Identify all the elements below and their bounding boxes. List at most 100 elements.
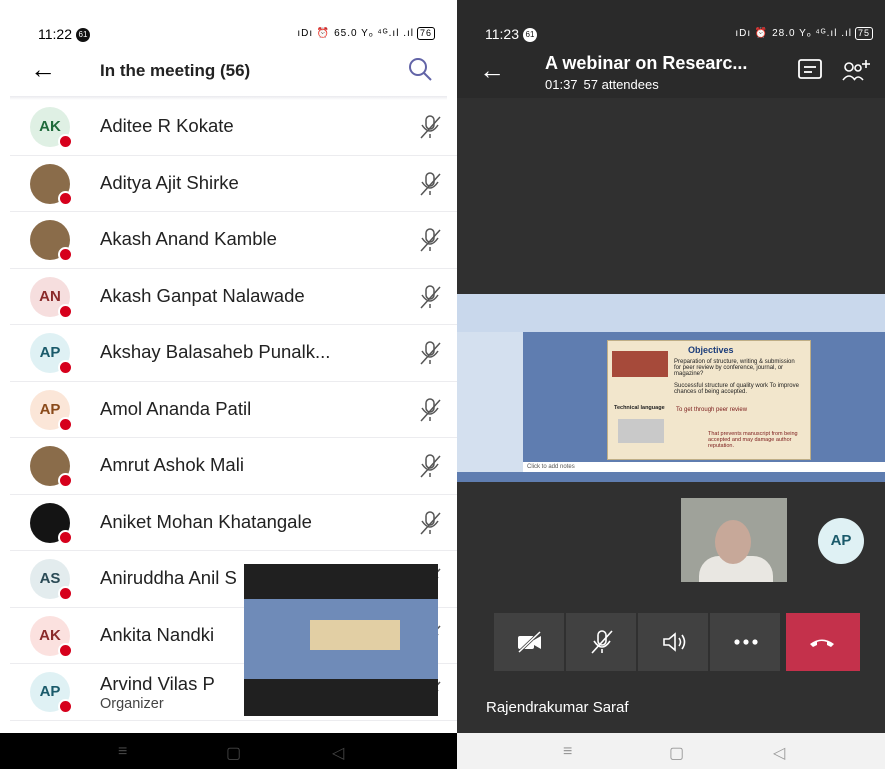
participant-name: Ankita Nandki bbox=[100, 623, 215, 645]
avatar-initials: AN bbox=[39, 287, 61, 305]
avatar: AK bbox=[30, 615, 73, 658]
avatar: AP bbox=[30, 389, 73, 432]
end-call-button[interactable] bbox=[786, 613, 860, 671]
avatar: AN bbox=[30, 276, 73, 319]
system-nav-bar: ≡ ▢ ◁ bbox=[0, 733, 457, 769]
home-icon[interactable]: ▢ bbox=[669, 743, 684, 763]
participant-name: Aniruddha Anil S bbox=[100, 567, 237, 588]
status-bar: 11:23 61 ıDı ⏰ 28.0 Yₒ ⁴ᴳ.ıl .ıl 75 bbox=[457, 0, 885, 43]
mute-button[interactable] bbox=[566, 613, 636, 671]
participant-row[interactable]: AP Amol Ananda Patil bbox=[10, 382, 457, 438]
presence-dot bbox=[58, 360, 73, 375]
participant-row[interactable]: AP Akshay Balasaheb Punalk... bbox=[10, 325, 457, 382]
participant-row[interactable]: AK Aditee R Kokate bbox=[10, 99, 457, 156]
avatar bbox=[30, 446, 73, 488]
mic-off-icon bbox=[420, 397, 441, 422]
presence-dot bbox=[58, 190, 73, 206]
participant-name: Amrut Ashok Mali bbox=[100, 454, 244, 475]
slide-text: Technical language bbox=[614, 405, 665, 411]
system-nav-bar: ≡ ▢ ◁ bbox=[457, 733, 885, 769]
mic-off-icon bbox=[420, 510, 441, 535]
mic-off-icon bbox=[420, 454, 441, 478]
participant-video[interactable] bbox=[681, 498, 787, 582]
slide-preview bbox=[310, 620, 400, 650]
slide-text: Successful structure of quality work To … bbox=[674, 383, 799, 395]
chat-icon[interactable] bbox=[797, 58, 823, 82]
more-icon bbox=[734, 639, 758, 645]
attendee-count: 57 attendees bbox=[583, 77, 659, 92]
participants-screen: 11:22 61 ıDı ⏰ 65.0 Yₒ ⁴ᴳ.ıl .ıl 76 ← In t… bbox=[0, 0, 457, 769]
status-icons: ıDı ⏰ 28.0 Yₒ ⁴ᴳ.ıl .ıl 75 bbox=[735, 27, 873, 40]
presence-dot bbox=[58, 699, 73, 714]
avatar: AS bbox=[30, 559, 73, 601]
avatar-initials: AP bbox=[39, 344, 61, 361]
screen-share-thumbnail[interactable] bbox=[244, 564, 438, 716]
avatar bbox=[30, 163, 73, 206]
participant-name: Aditya Ajit Shirke bbox=[100, 171, 239, 193]
participant-row[interactable]: AN Akash Ganpat Nalawade bbox=[10, 269, 457, 325]
mic-off-icon bbox=[420, 228, 441, 252]
notification-badge: 61 bbox=[523, 28, 537, 43]
meeting-screen: 11:23 61 ıDı ⏰ 28.0 Yₒ ⁴ᴳ.ıl .ıl 75 ← A we… bbox=[457, 0, 885, 769]
meeting-subtitle: 01:37 57 attendees bbox=[545, 77, 665, 92]
menu-icon[interactable]: ≡ bbox=[118, 743, 127, 761]
status-icons: ıDı ⏰ 65.0 Yₒ ⁴ᴳ.ıl .ıl 76 bbox=[297, 27, 435, 40]
battery-icon: 75 bbox=[854, 27, 873, 40]
slide-heading: Objectives bbox=[688, 345, 734, 355]
presenter-name: Rajendrakumar Saraf bbox=[486, 699, 629, 716]
slide-thumbnails bbox=[457, 332, 523, 472]
presence-dot bbox=[58, 416, 73, 432]
participant-name: Akshay Balasaheb Punalk... bbox=[100, 341, 331, 362]
meeting-title: A webinar on Researc... bbox=[545, 53, 748, 73]
meeting-header: 11:23 61 ıDı ⏰ 28.0 Yₒ ⁴ᴳ.ıl .ıl 75 ← A we… bbox=[457, 0, 885, 98]
participant-name: Akash Anand Kamble bbox=[100, 228, 277, 249]
participant-row[interactable]: Amrut Ashok Mali bbox=[10, 438, 457, 495]
video-face bbox=[715, 520, 751, 564]
camera-off-button[interactable] bbox=[494, 613, 564, 671]
participant-row[interactable]: Akash Anand Kamble bbox=[10, 212, 457, 269]
status-bar: 11:22 61 ıDı ⏰ 65.0 Yₒ ⁴ᴳ.ıl .ıl 76 bbox=[0, 0, 457, 43]
avatar: AP bbox=[30, 672, 73, 714]
speaker-button[interactable] bbox=[638, 613, 708, 671]
mic-off-icon bbox=[420, 115, 441, 139]
participant-name: Amol Ananda Patil bbox=[100, 397, 252, 419]
slide-image bbox=[618, 419, 664, 443]
mic-off-icon bbox=[420, 171, 441, 196]
meeting-duration: 01:37 bbox=[545, 77, 578, 92]
back-triangle-icon[interactable]: ◁ bbox=[773, 743, 785, 763]
slide-text: To get through peer review bbox=[676, 407, 748, 413]
home-icon[interactable]: ▢ bbox=[226, 743, 241, 763]
call-controls bbox=[494, 613, 860, 671]
status-time: 11:23 61 bbox=[485, 26, 537, 43]
presence-dot bbox=[58, 303, 73, 319]
back-arrow-icon[interactable]: ← bbox=[30, 56, 56, 82]
presence-dot bbox=[58, 247, 73, 262]
camera-off-icon bbox=[517, 630, 542, 654]
powerpoint-ribbon bbox=[457, 294, 885, 332]
avatar-initials: AP bbox=[39, 400, 61, 418]
slide-notes: Click to add notes bbox=[523, 462, 885, 472]
participant-role: Organizer bbox=[100, 696, 164, 712]
presence-dot bbox=[58, 529, 73, 545]
menu-icon[interactable]: ≡ bbox=[563, 743, 572, 761]
search-icon[interactable] bbox=[407, 56, 433, 82]
avatar[interactable]: AP bbox=[818, 518, 864, 564]
avatar bbox=[30, 220, 73, 262]
speaker-icon bbox=[663, 632, 686, 652]
add-people-icon[interactable] bbox=[841, 58, 871, 84]
presence-dot bbox=[58, 586, 73, 601]
avatar bbox=[30, 502, 73, 545]
more-options-button[interactable] bbox=[710, 613, 780, 671]
participant-row[interactable]: Aniket Mohan Khatangale bbox=[10, 495, 457, 551]
slide-text: That prevents manuscript from being acce… bbox=[708, 431, 798, 449]
presence-dot bbox=[58, 473, 73, 488]
participant-name: Aditee R Kokate bbox=[100, 115, 234, 136]
participants-header: ← In the meeting (56) bbox=[10, 50, 447, 94]
mic-off-icon bbox=[591, 630, 613, 654]
back-arrow-icon[interactable]: ← bbox=[479, 57, 505, 83]
avatar-initials: AS bbox=[39, 570, 61, 587]
participant-row[interactable]: Aditya Ajit Shirke bbox=[10, 156, 457, 212]
back-triangle-icon[interactable]: ◁ bbox=[332, 743, 344, 763]
shared-slide-thumbnail bbox=[244, 599, 438, 679]
shared-screen[interactable]: Objectives Preparation of structure, wri… bbox=[457, 294, 885, 482]
